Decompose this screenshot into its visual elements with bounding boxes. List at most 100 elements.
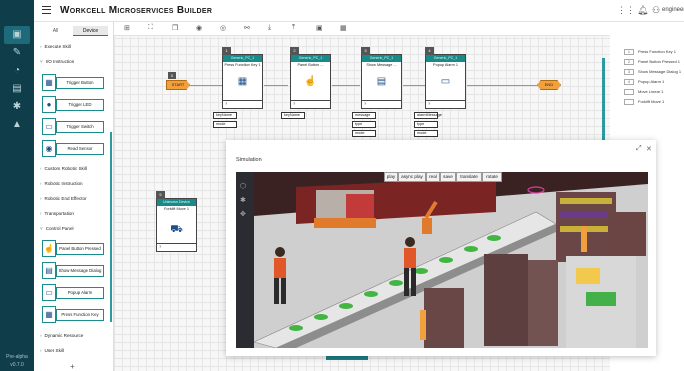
param-field[interactable]: mode bbox=[213, 121, 237, 128]
settings-icon[interactable]: ✱ bbox=[10, 100, 24, 114]
help-icon[interactable]: ? bbox=[364, 101, 366, 106]
node-title: Forklift Move 1 bbox=[164, 207, 189, 211]
database-icon[interactable]: ▤ bbox=[10, 82, 24, 96]
outline-item[interactable]: 3 Show Message Dialog 1 bbox=[624, 68, 681, 76]
navigate-icon[interactable]: ✥ bbox=[240, 210, 246, 218]
tab-device[interactable]: Device bbox=[73, 26, 108, 36]
block-show-message-dialog[interactable]: ▤ Show Message Dialog bbox=[42, 262, 104, 280]
bell-icon[interactable]: 🔔︎ bbox=[637, 5, 648, 16]
keypad-icon: ▦ bbox=[42, 306, 56, 323]
edit-icon[interactable]: ✎ bbox=[10, 46, 24, 60]
category-io-instruction[interactable]: I/O Instruction bbox=[40, 59, 75, 64]
start-node[interactable]: START bbox=[166, 80, 190, 90]
view-icon[interactable]: ◎ bbox=[220, 24, 226, 32]
flow-node[interactable]: 2 Generic_PC_1 Panel Button ... ☝ ? bbox=[290, 47, 331, 109]
save-icon[interactable]: ▣ bbox=[316, 24, 323, 32]
param-field[interactable]: type bbox=[414, 121, 438, 128]
switch-icon: ▭ bbox=[42, 118, 56, 135]
grid-icon[interactable]: ⋮⋮ bbox=[617, 5, 635, 16]
category-dynamic-resource[interactable]: Dynamic Resource bbox=[40, 333, 84, 338]
version-number: v0.7.0 bbox=[10, 362, 24, 368]
flow-node-orphan[interactable]: 5 Unknown Device Forklift Move 1 ⛟ ? bbox=[156, 191, 197, 252]
tree-icon[interactable]: ⚯ bbox=[244, 24, 250, 32]
param-field[interactable]: keyName bbox=[213, 112, 237, 119]
real-button[interactable]: real bbox=[426, 172, 440, 182]
block-panel-button-pressed[interactable]: ☝ Panel Button Pressed bbox=[42, 240, 104, 258]
help-icon[interactable]: ? bbox=[225, 101, 227, 106]
viewport-toolbar: ⬡ ✱ ✥ bbox=[236, 172, 254, 348]
category-execute-skill[interactable]: Execute Skill bbox=[40, 44, 71, 49]
factory-scene bbox=[236, 172, 648, 348]
help-icon[interactable]: ? bbox=[293, 101, 295, 106]
keypad-icon: ▦ bbox=[237, 76, 248, 87]
outline-item[interactable]: Move Linear 1 bbox=[624, 88, 663, 96]
close-icon[interactable]: ✕ bbox=[646, 145, 652, 153]
message-dialog-icon: ▤ bbox=[376, 76, 387, 87]
flow-node[interactable]: 1 Generic_PC_1 Press Function Key 1 ▦ ? bbox=[222, 47, 263, 109]
flow-node[interactable]: 4 Generic_PC_1 Popup Alarm 1 ▭ ? bbox=[425, 47, 466, 109]
category-robotic-instruction[interactable]: Robotic Instruction bbox=[40, 181, 83, 186]
flow-node[interactable]: 3 Generic_PC_1 Show Message ... ▤ ? bbox=[361, 47, 402, 109]
start-number: 0 bbox=[168, 72, 176, 79]
layers2-icon[interactable]: ❐ bbox=[172, 24, 178, 32]
outline-item[interactable]: 2 Panel Button Pressed 1 bbox=[624, 58, 680, 66]
upload-icon[interactable]: ⤒ bbox=[292, 24, 295, 32]
outline-item[interactable]: 4 Popup Alarm 1 bbox=[624, 78, 664, 86]
tab-all[interactable]: All bbox=[38, 26, 73, 36]
param-field[interactable]: mode bbox=[352, 130, 376, 137]
rotate-button[interactable]: rotate bbox=[482, 172, 502, 182]
category-user-skill[interactable]: User Skill bbox=[40, 348, 64, 353]
add-icon[interactable]: ⊞ bbox=[124, 24, 130, 32]
cube-icon[interactable]: ⬡ bbox=[240, 182, 246, 190]
block-trigger-switch[interactable]: ▭ Trigger Switch bbox=[42, 118, 104, 136]
category-robotic-end-effector[interactable]: Robotic End Effector bbox=[40, 196, 87, 201]
node-title: Panel Button ... bbox=[297, 63, 324, 67]
node-number: 2 bbox=[290, 47, 299, 55]
save-button[interactable]: save bbox=[440, 172, 456, 182]
library-scrollbar[interactable] bbox=[110, 132, 112, 322]
dialog-title: Simulation bbox=[236, 157, 262, 163]
outline-item[interactable]: 1 Press Function Key 1 bbox=[624, 48, 676, 56]
layers-icon[interactable]: ▣ bbox=[4, 26, 30, 44]
category-custom-robotic-skill[interactable]: Custom Robotic Skill bbox=[40, 166, 87, 171]
category-control-panel[interactable]: Control Panel bbox=[40, 226, 74, 231]
eye-icon[interactable]: ◉ bbox=[196, 24, 202, 32]
play-button[interactable]: play bbox=[384, 172, 398, 182]
add-icon[interactable]: + bbox=[70, 362, 75, 371]
param-field[interactable]: type bbox=[352, 121, 376, 128]
hamburger-menu-icon[interactable] bbox=[42, 6, 51, 14]
param-field[interactable]: message bbox=[352, 112, 376, 119]
3d-viewport[interactable]: ⬡ ✱ ✥ play async play real save translat… bbox=[236, 172, 648, 348]
translate-button[interactable]: translate bbox=[456, 172, 482, 182]
help-icon[interactable]: ? bbox=[428, 101, 430, 106]
warning-icon[interactable]: ▲ bbox=[10, 118, 24, 132]
table-icon[interactable]: ▦ bbox=[340, 24, 347, 32]
fit-icon[interactable]: ⛶ bbox=[148, 24, 153, 32]
block-press-function-key[interactable]: ▦ Press Function Key bbox=[42, 306, 104, 324]
outline-item[interactable]: Forklift Move 1 bbox=[624, 98, 664, 106]
category-transportation[interactable]: Transportation bbox=[40, 211, 74, 216]
block-trigger-led[interactable]: ● Trigger LED bbox=[42, 96, 104, 114]
chart-icon[interactable]: ◔ bbox=[10, 64, 24, 78]
end-node[interactable]: END bbox=[537, 80, 561, 90]
help-icon[interactable]: ? bbox=[159, 244, 161, 249]
node-number: 4 bbox=[425, 47, 434, 55]
download-icon[interactable]: ⤓ bbox=[268, 24, 271, 32]
alarm-monitor-icon: ▭ bbox=[440, 76, 451, 87]
app-title: Workcell Microservices Builder bbox=[60, 5, 213, 16]
block-trigger-button[interactable]: ▦ Trigger Button bbox=[42, 74, 104, 92]
block-read-sensor[interactable]: ◉ Read Sensor bbox=[42, 140, 104, 158]
param-field[interactable]: keyName bbox=[281, 112, 305, 119]
user-icon[interactable]: ⚇ bbox=[652, 5, 660, 16]
async-play-button[interactable]: async play bbox=[398, 172, 426, 182]
block-popup-alarm[interactable]: ▭ Popup Alarm bbox=[42, 284, 104, 302]
username[interactable]: engineer1 bbox=[662, 7, 684, 13]
settings-icon[interactable]: ✱ bbox=[240, 196, 246, 204]
library-panel: All Device Execute Skill I/O Instruction… bbox=[34, 22, 114, 371]
param-field[interactable]: alarmMessage bbox=[414, 112, 442, 119]
connector bbox=[190, 85, 222, 86]
canvas-toolbar: ⊞ ⛶ ❐ ◉ ◎ ⚯ ⤓ ⤒ ▣ ▦ bbox=[114, 22, 610, 36]
expand-icon[interactable]: ⤢ bbox=[636, 145, 642, 153]
param-field[interactable]: mode bbox=[414, 130, 438, 137]
node-title: Show Message ... bbox=[366, 63, 397, 67]
